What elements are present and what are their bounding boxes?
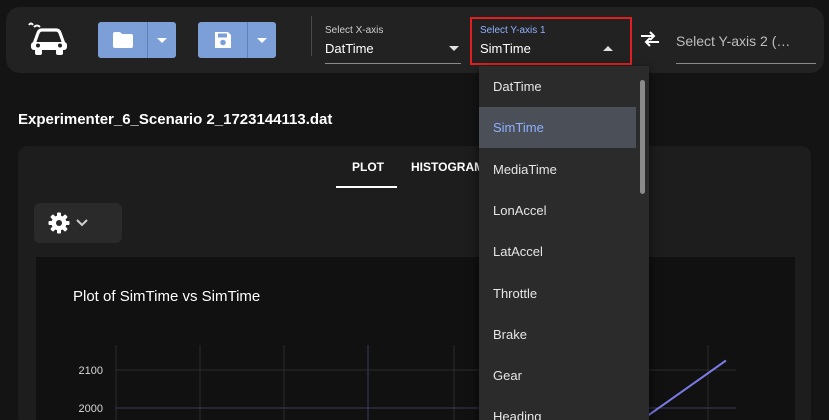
save-button-group	[198, 22, 276, 58]
tab-histogram[interactable]: HISTOGRAM	[411, 160, 484, 174]
y-axis-2-placeholder: Select Y-axis 2 (…	[676, 33, 791, 49]
open-file-menu-button[interactable]	[148, 22, 176, 58]
dropdown-option[interactable]: LatAccel	[479, 231, 636, 272]
folder-icon	[112, 32, 133, 48]
x-axis-value: DatTime	[325, 41, 374, 56]
series-line	[647, 359, 727, 417]
toolbar-divider	[311, 16, 312, 56]
open-file-button-group	[98, 22, 176, 58]
chevron-down-icon	[157, 37, 167, 43]
dropdown-option[interactable]: Gear	[479, 355, 636, 396]
chevron-down-icon	[257, 37, 267, 43]
swap-axes-icon[interactable]	[637, 26, 663, 52]
dropdown-scrollbar[interactable]	[640, 80, 645, 194]
plot-settings-button[interactable]	[34, 203, 122, 243]
active-tab-indicator	[336, 186, 397, 188]
x-axis-label: Select X-axis	[325, 25, 384, 36]
dropdown-option[interactable]: LonAccel	[479, 190, 636, 231]
dropdown-option[interactable]: Brake	[479, 314, 636, 355]
caret-down-icon	[449, 46, 459, 51]
x-axis-select[interactable]: Select X-axis DatTime	[325, 16, 461, 64]
y-axis-1-highlight	[470, 17, 632, 65]
y-tick-label: 2100	[79, 365, 103, 377]
save-icon	[214, 32, 231, 48]
y-tick-label: 2000	[79, 403, 103, 415]
plot-chart: 2100 2000	[79, 345, 736, 420]
save-menu-button[interactable]	[248, 22, 276, 58]
dropdown-option[interactable]: Heading	[479, 396, 636, 420]
chevron-down-icon	[76, 219, 88, 227]
tab-plot[interactable]: PLOT	[352, 160, 384, 174]
dropdown-option[interactable]: Throttle	[479, 273, 636, 314]
file-title: Experimenter_6_Scenario 2_1723144113.dat	[18, 111, 333, 128]
save-button[interactable]	[198, 22, 248, 58]
y-axis-2-select[interactable]: Select Y-axis 2 (…	[676, 16, 816, 64]
open-file-button[interactable]	[98, 22, 148, 58]
dropdown-option[interactable]: MediaTime	[479, 149, 636, 190]
dropdown-option[interactable]: DatTime	[479, 66, 636, 107]
plot-y-ticks: 2100 2000	[79, 365, 103, 415]
gear-icon	[48, 212, 70, 234]
car-icon[interactable]	[28, 22, 70, 56]
plot-series	[647, 359, 727, 417]
dropdown-option[interactable]: SimTime	[479, 107, 636, 149]
